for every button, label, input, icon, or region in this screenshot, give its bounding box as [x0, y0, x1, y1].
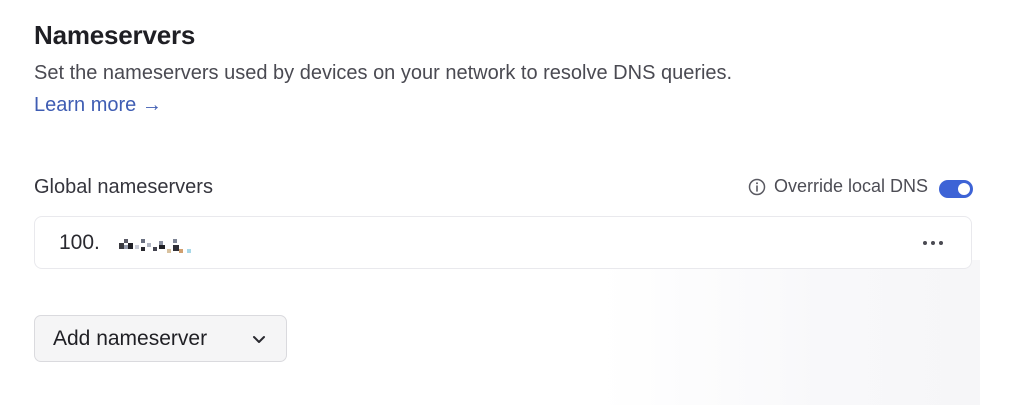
more-horizontal-icon[interactable] [921, 236, 945, 250]
override-local-dns-toggle[interactable] [939, 180, 973, 198]
learn-more-link[interactable]: Learn more → [34, 94, 162, 117]
nameservers-settings-page: Nameservers Set the nameservers used by … [0, 0, 1024, 405]
nameserver-row[interactable]: 100. [34, 216, 972, 269]
page-title: Nameservers [34, 20, 196, 50]
nameserver-value: 100. [59, 231, 100, 254]
add-nameserver-label: Add nameserver [53, 326, 208, 350]
section-description: Set the nameservers used by devices on y… [34, 62, 733, 84]
background-fade [600, 260, 980, 405]
toggle-knob [958, 183, 970, 195]
override-local-dns-label: Override local DNS [773, 176, 928, 196]
override-local-dns: Override local DNS [748, 176, 928, 197]
add-nameserver-button[interactable]: Add nameserver [34, 315, 287, 362]
redacted-address-mask [119, 239, 191, 253]
info-icon[interactable] [748, 178, 766, 196]
global-nameservers-label: Global nameservers [34, 176, 213, 198]
chevron-down-icon [250, 330, 268, 348]
